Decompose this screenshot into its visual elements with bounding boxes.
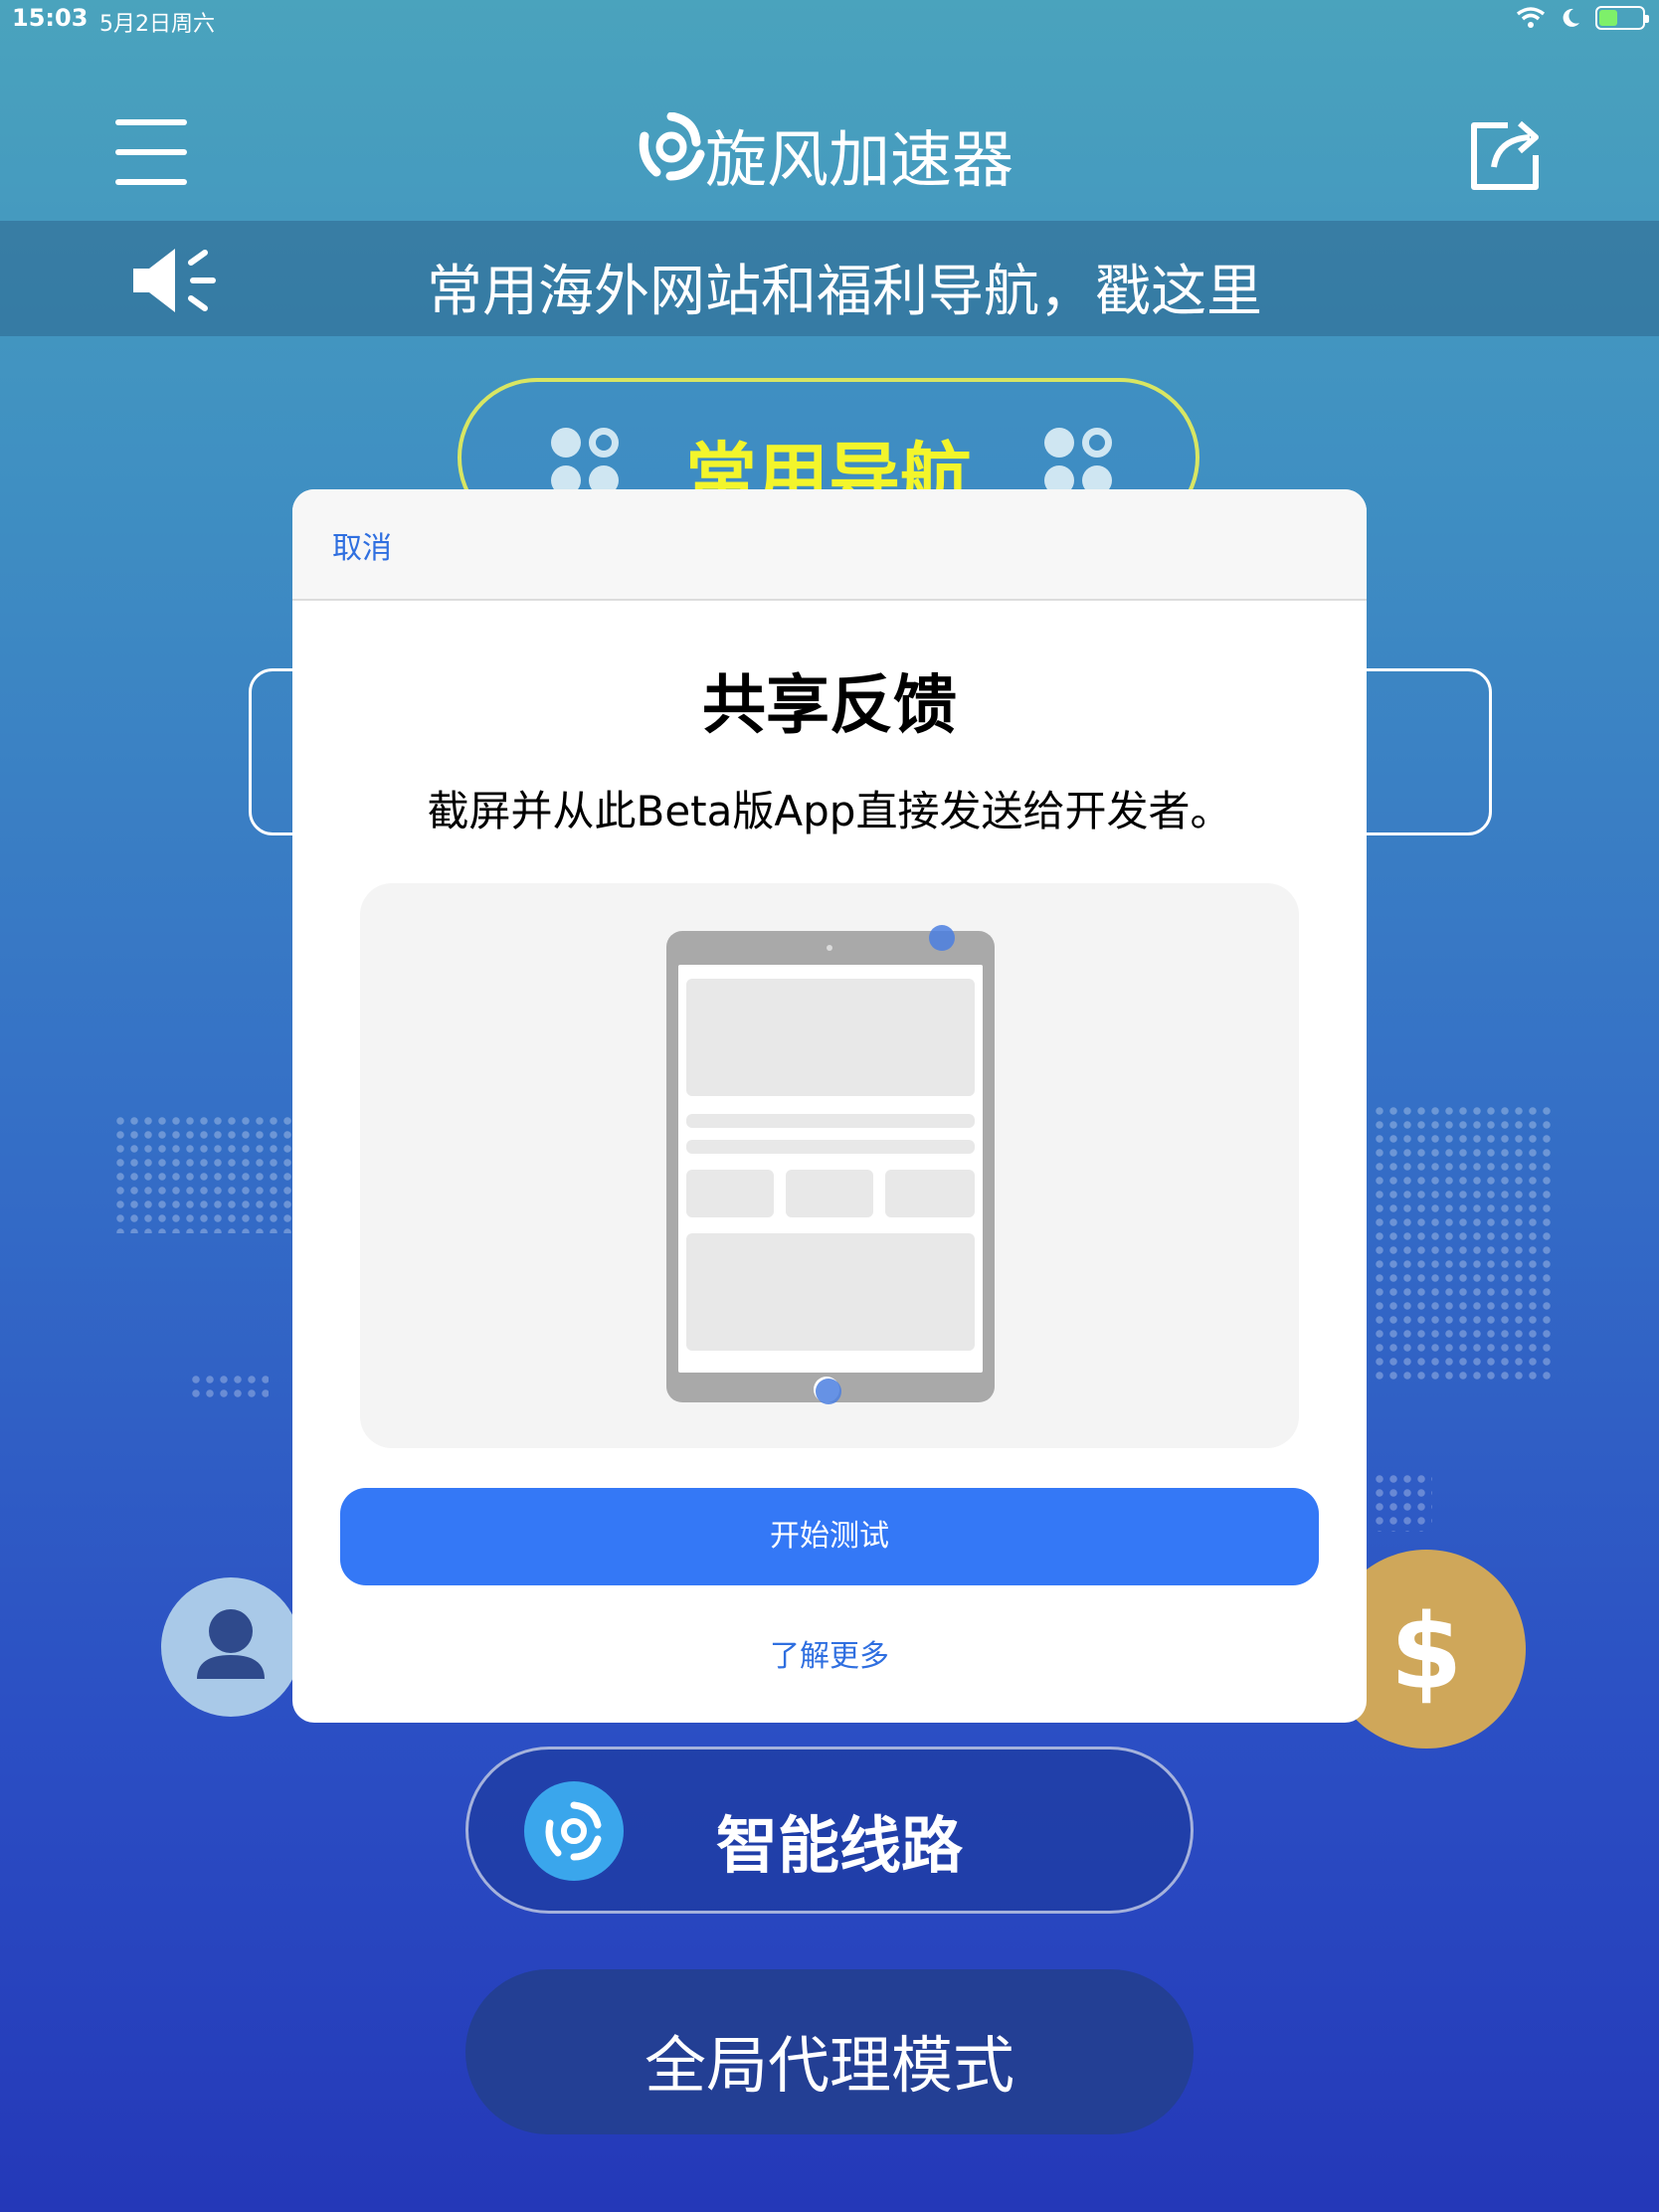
user-avatar-button[interactable] bbox=[161, 1577, 300, 1717]
world-map-dots bbox=[113, 1114, 292, 1233]
tablet-icon bbox=[666, 931, 995, 1402]
announcement-bar[interactable]: 常用海外网站和福利导航，戳这里 bbox=[0, 221, 1659, 336]
world-map-dots bbox=[1373, 1104, 1552, 1382]
announcement-text: 常用海外网站和福利导航，戳这里 bbox=[427, 260, 1262, 324]
status-time: 15:03 bbox=[12, 4, 89, 32]
learn-more-link[interactable]: 了解更多 bbox=[292, 1631, 1367, 1675]
user-icon bbox=[197, 1609, 265, 1679]
wifi-icon bbox=[1516, 7, 1546, 28]
world-map-dots bbox=[189, 1373, 269, 1402]
status-icons bbox=[1516, 6, 1649, 30]
share-icon[interactable] bbox=[1464, 111, 1548, 195]
start-testing-button[interactable]: 开始测试 bbox=[340, 1488, 1319, 1585]
app-header: 旋风加速器 bbox=[0, 40, 1659, 219]
global-proxy-mode-label: 全局代理模式 bbox=[644, 2029, 1014, 2102]
dialog-description: 截屏并从此Beta版App直接发送给开发者。 bbox=[427, 787, 1232, 835]
dialog-toolbar: 取消 bbox=[292, 489, 1367, 601]
app-title: 旋风加速器 bbox=[704, 123, 1014, 196]
cancel-button[interactable]: 取消 bbox=[332, 523, 392, 567]
touch-indicator bbox=[929, 925, 955, 951]
moon-icon bbox=[1563, 8, 1579, 27]
clover-icon bbox=[1044, 428, 1114, 497]
touch-indicator bbox=[816, 1379, 841, 1404]
battery-icon bbox=[1595, 6, 1649, 30]
status-bar: 15:03 5月2日周六 bbox=[0, 0, 1659, 40]
global-proxy-mode-button[interactable]: 全局代理模式 bbox=[465, 1969, 1194, 2134]
smart-route-button[interactable]: 智能线路 bbox=[465, 1747, 1194, 1914]
world-map-dots bbox=[1373, 1472, 1432, 1532]
smart-route-label: 智能线路 bbox=[715, 1809, 963, 1882]
share-feedback-dialog: 取消 共享反馈 截屏并从此Beta版App直接发送给开发者。 开始测试 了解更多 bbox=[292, 489, 1367, 1723]
status-date: 5月2日周六 bbox=[99, 12, 215, 37]
dialog-title: 共享反馈 bbox=[702, 669, 957, 743]
tablet-illustration bbox=[360, 883, 1299, 1448]
